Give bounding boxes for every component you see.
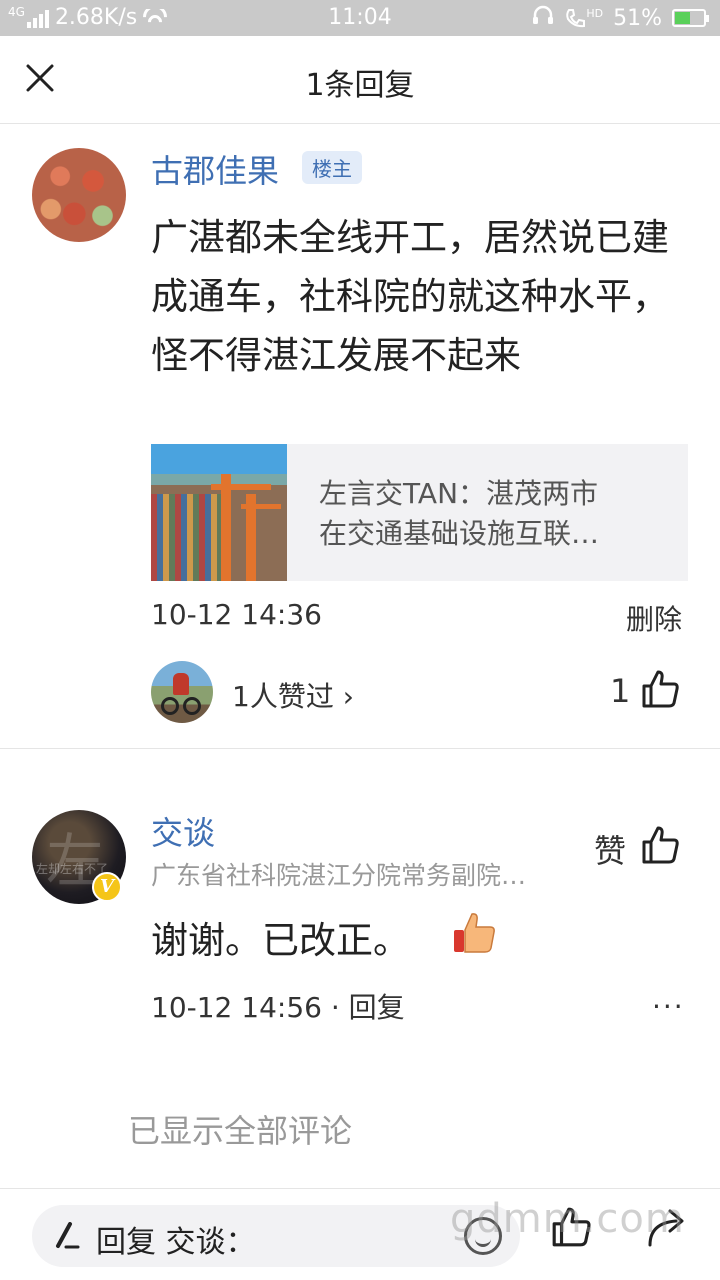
link-card[interactable]: 左言交TAN：湛茂两市 在交通基础设施互联… — [151, 444, 688, 581]
pen-icon — [56, 1222, 80, 1249]
watermark: gdmm.com — [450, 1196, 685, 1242]
more-options-button[interactable]: ··· — [652, 990, 685, 1023]
delete-button[interactable]: 删除 — [626, 598, 682, 638]
status-bar: 4G 2.68K/s 11:04 HD 51% — [0, 0, 720, 36]
thumbs-up-icon — [642, 670, 679, 708]
hd-call-icon: HD — [564, 7, 603, 29]
verified-badge: V — [92, 872, 122, 902]
battery-percent: 51% — [613, 5, 662, 31]
likers-link[interactable]: 1人赞过 › — [232, 675, 354, 715]
like-button[interactable] — [640, 668, 682, 714]
reply-author-title: 广东省社科院湛江分院常务副院… — [151, 861, 527, 890]
link-title: 左言交TAN：湛茂两市 在交通基础设施互联… — [319, 477, 600, 550]
header: 1条回复 — [0, 36, 720, 124]
page-title: 1条回复 — [305, 68, 415, 103]
thumbs-up-emoji-icon — [452, 910, 498, 956]
reply-like-label[interactable]: 赞 — [594, 826, 626, 872]
divider — [0, 748, 720, 749]
thumbs-up-icon — [642, 826, 679, 864]
link-thumbnail — [151, 444, 287, 581]
reply-like-button[interactable] — [640, 824, 682, 870]
author-name[interactable]: 古郡佳果 — [151, 146, 279, 192]
owner-badge: 楼主 — [302, 151, 362, 184]
reply-text: 谢谢。已改正。 — [151, 919, 410, 962]
reply-author-name[interactable]: 交谈 — [151, 808, 215, 854]
reply-input[interactable]: 回复 交谈： — [32, 1205, 520, 1267]
author-avatar[interactable] — [32, 148, 126, 242]
comment-text: 广湛都未全线开工，居然说已建成通车，社科院的就这种水平，怪不得湛江发展不起来 — [151, 216, 669, 377]
reply-input-placeholder: 回复 交谈： — [96, 1225, 256, 1260]
comment-timestamp: 10-12 14:36 — [151, 598, 322, 631]
reply-timestamp[interactable]: 10-12 14:56 · 回复 — [151, 986, 405, 1026]
like-count: 1 — [610, 672, 631, 710]
battery-icon — [672, 9, 709, 27]
headset-icon — [532, 5, 554, 31]
liker-avatar[interactable] — [151, 661, 213, 723]
all-comments-shown: 已显示全部评论 — [128, 1112, 353, 1150]
